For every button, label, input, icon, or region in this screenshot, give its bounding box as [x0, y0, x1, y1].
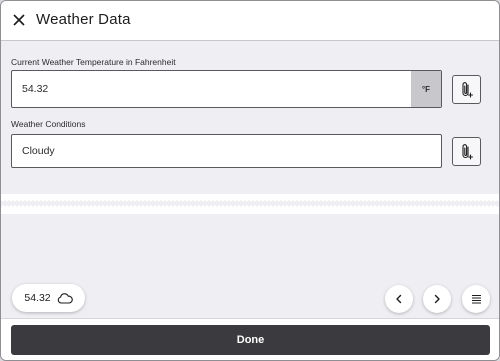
next-button[interactable]	[423, 285, 451, 313]
chevron-left-icon	[396, 294, 402, 304]
close-icon	[13, 14, 25, 26]
list-icon	[471, 294, 481, 304]
conditions-input[interactable]: Cloudy	[11, 134, 442, 168]
page-title: Weather Data	[36, 11, 131, 28]
chevron-right-icon	[434, 294, 440, 304]
attachment-icon	[461, 81, 473, 98]
attachment-icon	[461, 143, 473, 160]
temperature-input[interactable]: 54.32 °F	[11, 70, 442, 108]
page-break-divider	[1, 194, 499, 214]
done-button[interactable]: Done	[11, 325, 490, 355]
close-button[interactable]	[9, 10, 29, 30]
summary-value: 54.32	[24, 292, 51, 304]
conditions-attach-button[interactable]	[452, 137, 481, 166]
previous-button[interactable]	[385, 285, 413, 313]
summary-pill[interactable]: 54.32	[12, 284, 85, 312]
conditions-value: Cloudy	[22, 145, 55, 157]
temperature-value: 54.32	[22, 83, 49, 95]
header-bar: Weather Data	[1, 1, 499, 41]
menu-button[interactable]	[462, 285, 490, 313]
temperature-label: Current Weather Temperature in Fahrenhei…	[11, 57, 176, 67]
cloud-icon	[57, 292, 73, 304]
app-frame: Weather Data Current Weather Temperature…	[0, 0, 500, 361]
footer-bar: Done	[1, 318, 499, 360]
conditions-label: Weather Conditions	[11, 119, 86, 129]
unit-badge: °F	[411, 71, 441, 107]
temperature-attach-button[interactable]	[452, 75, 481, 104]
